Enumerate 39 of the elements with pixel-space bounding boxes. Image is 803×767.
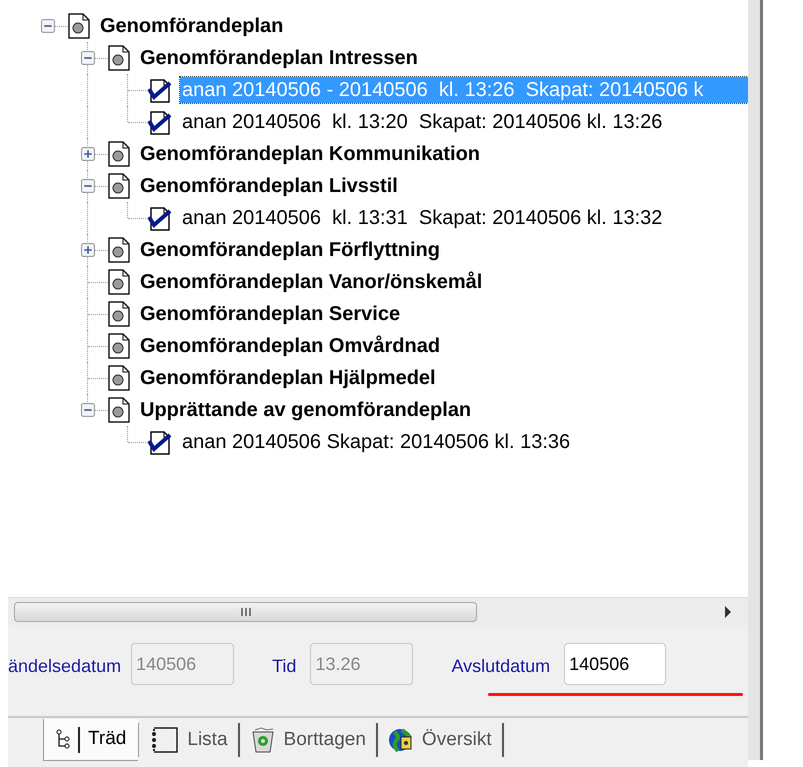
recycle-bin-icon	[250, 727, 276, 753]
tab[interactable]: Borttagen	[240, 723, 378, 757]
expand-icon[interactable]	[81, 147, 95, 161]
checked-document-icon	[148, 77, 172, 103]
collapse-icon[interactable]	[41, 19, 55, 33]
checked-document-icon	[148, 109, 172, 135]
tree-item[interactable]: Upprättande av genomförandeplan	[138, 397, 474, 423]
tab[interactable]: Översikt	[378, 723, 504, 757]
checked-document-icon	[148, 429, 172, 455]
tree-item[interactable]: Genomförandeplan	[98, 13, 286, 39]
collapse-icon[interactable]	[81, 403, 95, 417]
tab[interactable]: Lista	[138, 723, 240, 757]
grip-icon	[240, 608, 250, 616]
checked-document-icon	[148, 205, 172, 231]
tree-item[interactable]: Genomförandeplan Vanor/önskemål	[138, 269, 484, 295]
collapse-icon[interactable]	[81, 179, 95, 193]
field-label: Avslutdatum	[451, 655, 550, 678]
tree-item[interactable]: Genomförandeplan Livsstil	[138, 173, 400, 199]
tree-item[interactable]: Genomförandeplan Omvårdnad	[138, 333, 442, 359]
scroll-right-arrow-icon[interactable]	[724, 606, 732, 618]
tree-item[interactable]: Genomförandeplan Service	[138, 301, 402, 327]
list-icon	[149, 727, 180, 753]
collapse-icon[interactable]	[81, 51, 95, 65]
horizontal-scrollbar[interactable]	[8, 597, 748, 625]
tree-item[interactable]: anan 20140506 kl. 13:31 Skapat: 20140506 kl. 13:32	[180, 205, 664, 231]
field-label: ändelsedatum	[8, 655, 122, 678]
tree-item[interactable]: Genomförandeplan Kommunikation	[138, 141, 482, 167]
tree-item[interactable]: anan 20140506 kl. 13:20 Skapat: 20140506 kl. 13:26	[180, 109, 664, 135]
tab[interactable]: Träd	[43, 719, 138, 761]
tree-item[interactable]: Genomförandeplan Förflyttning	[138, 237, 442, 263]
expand-icon[interactable]	[81, 243, 95, 257]
tree-icon	[56, 728, 70, 750]
tree-item[interactable]: anan 20140506 Skapat: 20140506 kl. 13:36	[180, 429, 572, 455]
input-field[interactable]: 140506	[564, 643, 666, 685]
tree-item[interactable]: Genomförandeplan Hjälpmedel	[138, 365, 438, 391]
globe-icon	[388, 727, 414, 753]
scrollbar-thumb[interactable]	[14, 602, 477, 622]
field-label: Tid	[272, 655, 296, 678]
tree-item[interactable]: Genomförandeplan Intressen	[138, 45, 420, 71]
